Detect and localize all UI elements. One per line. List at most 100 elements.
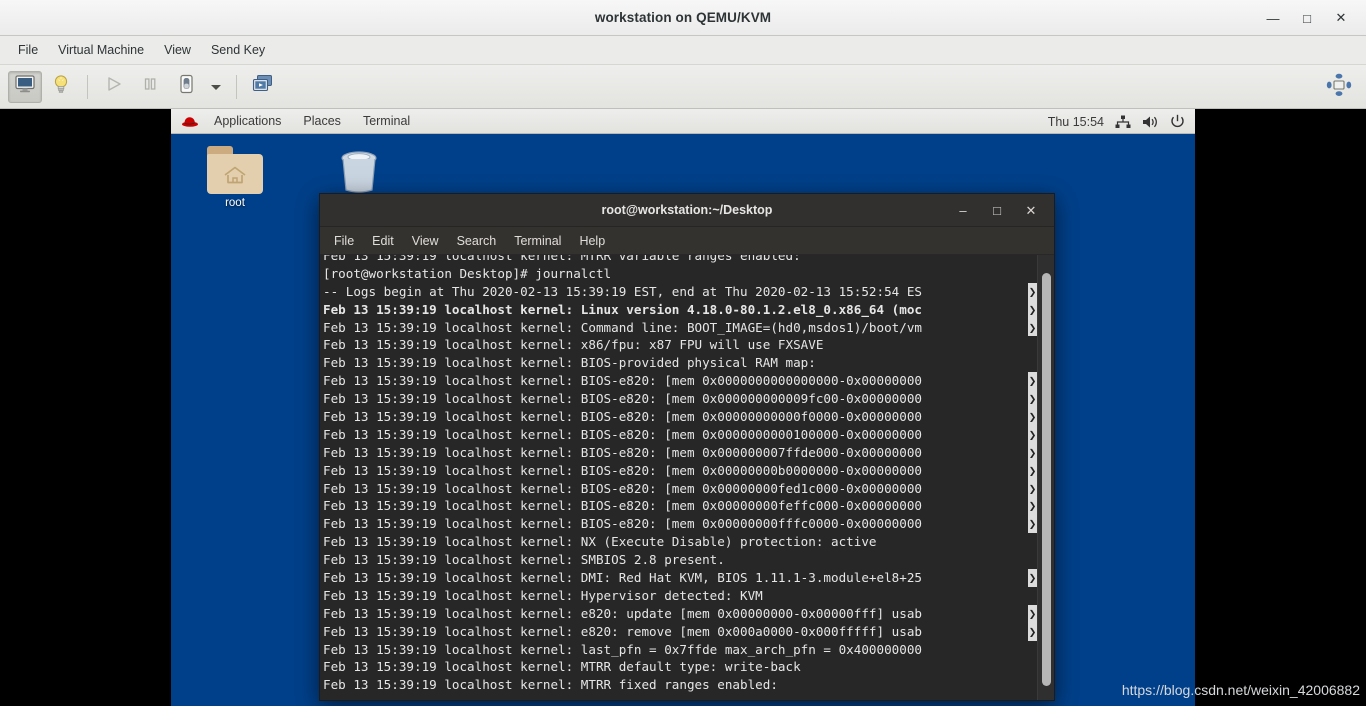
panel-left-group: Applications Places Terminal <box>171 112 421 130</box>
terminal-menu-help[interactable]: Help <box>570 231 614 251</box>
terminal-menu-search[interactable]: Search <box>448 231 506 251</box>
toolbar-right-group <box>1322 65 1356 109</box>
gnome-top-panel: Applications Places Terminal Thu 15:54 <box>171 109 1195 134</box>
terminal-line: [root@workstation Desktop]# journalctl <box>323 265 612 281</box>
menu-virtual-machine[interactable]: Virtual Machine <box>48 39 154 61</box>
shutdown-dropdown-button[interactable] <box>205 71 227 103</box>
panel-terminal-window[interactable]: Terminal <box>352 112 421 130</box>
panel-right-group: Thu 15:54 <box>1048 109 1185 134</box>
terminal-window-controls: – □ ✕ <box>946 194 1048 227</box>
line-continuation-marker: ❯ <box>1028 300 1037 319</box>
terminal-line: Feb 13 15:39:19 localhost kernel: DMI: R… <box>323 569 1037 587</box>
terminal-line-clipped: Feb 13 15:39:19 localhost kernel: MTRR v… <box>323 255 801 263</box>
menu-file[interactable]: File <box>8 39 48 61</box>
volume-icon[interactable] <box>1142 115 1159 129</box>
snapshots-button[interactable] <box>246 71 280 103</box>
pause-button[interactable] <box>133 71 167 103</box>
vm-guest-display[interactable]: Applications Places Terminal Thu 15:54 r… <box>171 109 1195 706</box>
line-continuation-marker: ❯ <box>1028 622 1037 641</box>
terminal-line: -- Logs begin at Thu 2020-02-13 15:39:19… <box>323 282 1037 301</box>
chevron-down-icon <box>210 78 222 96</box>
play-icon <box>105 75 123 98</box>
terminal-menu-terminal[interactable]: Terminal <box>505 231 570 251</box>
terminal-line: Feb 13 15:39:19 localhost kernel: BIOS-e… <box>323 390 1037 409</box>
trash-icon <box>335 148 383 194</box>
terminal-line: Feb 13 15:39:19 localhost kernel: BIOS-e… <box>323 372 1037 391</box>
line-continuation-marker: ❯ <box>1028 569 1037 587</box>
fullscreen-icon <box>1326 73 1352 102</box>
desktop-icon-root[interactable]: root <box>192 146 278 209</box>
panel-places-menu[interactable]: Places <box>292 112 352 130</box>
run-button[interactable] <box>97 71 131 103</box>
gnome-desktop[interactable]: root root@workstation:~/Desktop – □ ✕ Fi… <box>171 134 1195 706</box>
line-continuation-marker: ❯ <box>1028 604 1037 623</box>
terminal-line: Feb 13 15:39:19 localhost kernel: Hyperv… <box>323 587 763 603</box>
network-icon[interactable] <box>1115 115 1131 129</box>
terminal-line: Feb 13 15:39:19 localhost kernel: BIOS-e… <box>323 515 1037 534</box>
terminal-menu-file[interactable]: File <box>325 231 363 251</box>
menu-send-key[interactable]: Send Key <box>201 39 275 61</box>
fullscreen-button[interactable] <box>1322 71 1356 103</box>
line-continuation-marker: ❯ <box>1028 479 1037 498</box>
watermark: https://blog.csdn.net/weixin_42006882 <box>1121 682 1360 698</box>
terminal-line: Feb 13 15:39:19 localhost kernel: MTRR f… <box>323 677 778 693</box>
terminal-minimize-icon[interactable]: – <box>946 194 980 227</box>
power-icon[interactable] <box>1170 114 1185 129</box>
console-view-button[interactable] <box>8 70 42 103</box>
terminal-title: root@workstation:~/Desktop <box>601 203 773 217</box>
desktop-icon-label: root <box>225 197 245 209</box>
terminal-output[interactable]: Feb 13 15:39:19 localhost kernel: MTRR v… <box>320 255 1037 700</box>
terminal-line: Feb 13 15:39:19 localhost kernel: BIOS-e… <box>323 461 1037 480</box>
desktop-icon-trash[interactable] <box>316 148 402 197</box>
line-continuation-marker: ❯ <box>1028 425 1037 444</box>
line-continuation-marker: ❯ <box>1028 390 1037 409</box>
maximize-icon[interactable]: □ <box>1290 0 1324 36</box>
terminal-menu-view[interactable]: View <box>403 231 448 251</box>
window-controls: — □ ✕ <box>1256 0 1358 36</box>
snapshots-icon <box>252 74 274 99</box>
terminal-close-icon[interactable]: ✕ <box>1014 194 1048 227</box>
panel-clock[interactable]: Thu 15:54 <box>1048 115 1104 129</box>
line-continuation-marker: ❯ <box>1028 318 1037 337</box>
terminal-line: Feb 13 15:39:19 localhost kernel: BIOS-e… <box>323 479 1037 498</box>
terminal-maximize-icon[interactable]: □ <box>980 194 1014 227</box>
virt-manager-menubar: File Virtual Machine View Send Key <box>0 36 1366 65</box>
terminal-window[interactable]: root@workstation:~/Desktop – □ ✕ File Ed… <box>319 193 1055 701</box>
terminal-line: Feb 13 15:39:19 localhost kernel: BIOS-e… <box>323 443 1037 462</box>
line-continuation-marker: ❯ <box>1028 443 1037 462</box>
terminal-titlebar: root@workstation:~/Desktop – □ ✕ <box>320 194 1054 227</box>
line-continuation-marker: ❯ <box>1028 515 1037 534</box>
virt-manager-titlebar: workstation on QEMU/KVM — □ ✕ <box>0 0 1366 36</box>
close-icon[interactable]: ✕ <box>1324 0 1358 36</box>
terminal-line: Feb 13 15:39:19 localhost kernel: e820: … <box>323 622 1037 641</box>
panel-applications-menu[interactable]: Applications <box>203 112 292 130</box>
line-continuation-marker: ❯ <box>1028 497 1037 516</box>
terminal-menubar: File Edit View Search Terminal Help <box>320 227 1054 255</box>
terminal-line: Feb 13 15:39:19 localhost kernel: NX (Ex… <box>323 534 877 550</box>
terminal-line: Feb 13 15:39:19 localhost kernel: last_p… <box>323 641 922 657</box>
folder-home-icon <box>207 146 263 194</box>
line-continuation-marker: ❯ <box>1028 461 1037 480</box>
terminal-line: Feb 13 15:39:19 localhost kernel: SMBIOS… <box>323 552 725 568</box>
line-continuation-marker: ❯ <box>1028 408 1037 426</box>
menu-view[interactable]: View <box>154 39 201 61</box>
terminal-scrollbar-thumb[interactable] <box>1042 273 1051 686</box>
terminal-line: Feb 13 15:39:19 localhost kernel: Comman… <box>323 318 1037 337</box>
terminal-line: Feb 13 15:39:19 localhost kernel: e820: … <box>323 604 1037 623</box>
line-continuation-marker: ❯ <box>1028 372 1037 391</box>
screen: workstation on QEMU/KVM — □ ✕ File Virtu… <box>0 0 1366 706</box>
minimize-icon[interactable]: — <box>1256 0 1290 36</box>
terminal-line: Feb 13 15:39:19 localhost kernel: BIOS-e… <box>323 425 1037 444</box>
toolbar-separator-2 <box>236 74 237 99</box>
lightbulb-icon <box>52 74 70 99</box>
terminal-line: Feb 13 15:39:19 localhost kernel: MTRR d… <box>323 659 801 675</box>
redhat-icon[interactable] <box>181 115 199 128</box>
shutdown-button[interactable] <box>169 71 203 103</box>
toolbar-separator-1 <box>87 74 88 99</box>
terminal-menu-edit[interactable]: Edit <box>363 231 403 251</box>
terminal-scrollbar[interactable] <box>1037 255 1054 700</box>
details-view-button[interactable] <box>44 71 78 103</box>
line-continuation-marker: ❯ <box>1028 282 1037 301</box>
monitor-icon <box>15 75 35 98</box>
terminal-body[interactable]: Feb 13 15:39:19 localhost kernel: MTRR v… <box>320 255 1054 700</box>
